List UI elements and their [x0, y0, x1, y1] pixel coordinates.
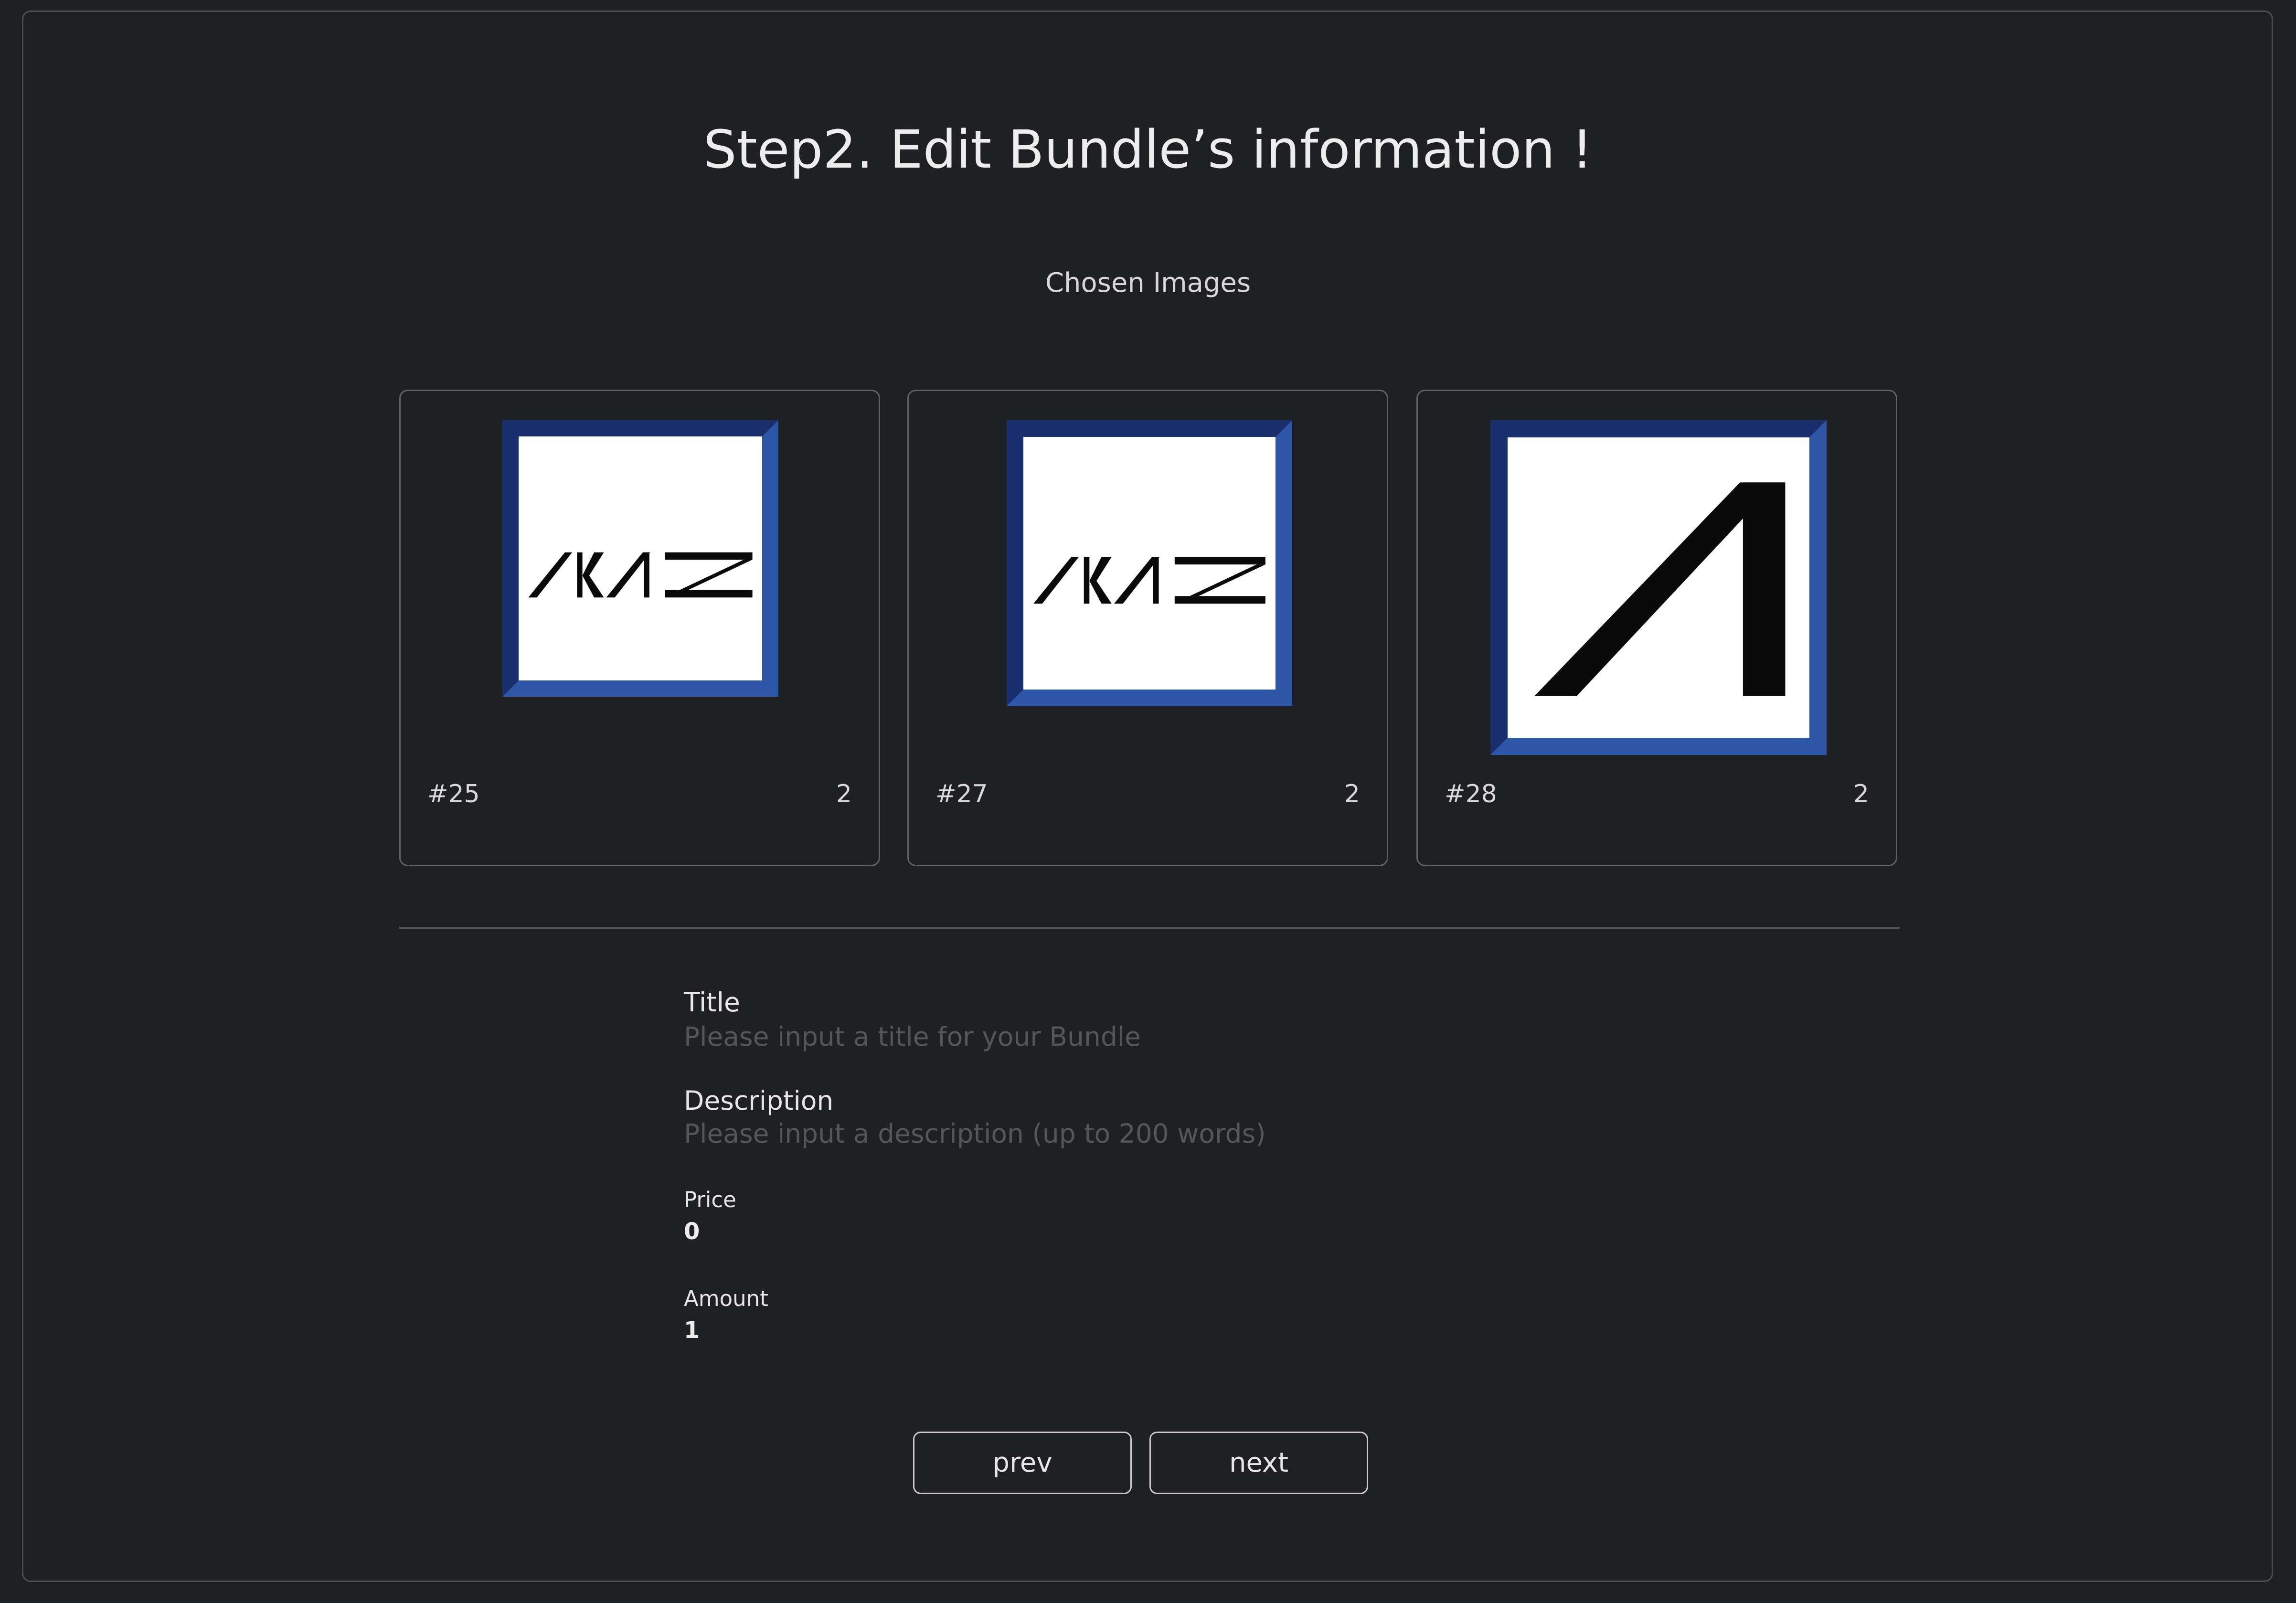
card-count: 2 [1853, 780, 1869, 808]
nft-image [1490, 420, 1827, 755]
description-input[interactable] [684, 1116, 1352, 1152]
image-card-25[interactable]: #25 2 [399, 390, 880, 866]
card-id: #27 [935, 780, 988, 808]
card-id: #28 [1445, 780, 1497, 808]
nft-image [1007, 420, 1292, 706]
chosen-images-label: Chosen Images [1045, 267, 1251, 298]
title-label: Title [684, 987, 740, 1018]
amount-label: Amount [684, 1286, 768, 1311]
a-logo-image [1534, 482, 1786, 696]
amount-value[interactable]: 1 [684, 1316, 700, 1345]
card-count: 2 [1344, 780, 1360, 808]
nft-image [502, 420, 778, 697]
title-input[interactable] [684, 1019, 1352, 1055]
page-title: Step2. Edit Bundle’s information ! [703, 119, 1593, 180]
card-id: #25 [427, 780, 480, 808]
akas-logo-image [1033, 557, 1265, 604]
divider [399, 927, 1900, 929]
image-card-27[interactable]: #27 2 [907, 390, 1388, 866]
next-button[interactable]: next [1149, 1432, 1368, 1494]
price-label: Price [684, 1187, 736, 1212]
prev-button[interactable]: prev [913, 1432, 1132, 1494]
image-card-28[interactable]: #28 2 [1416, 390, 1897, 866]
card-count: 2 [836, 780, 852, 808]
price-value[interactable]: 0 [684, 1217, 700, 1246]
description-label: Description [684, 1085, 834, 1116]
akas-logo-image [528, 552, 753, 598]
